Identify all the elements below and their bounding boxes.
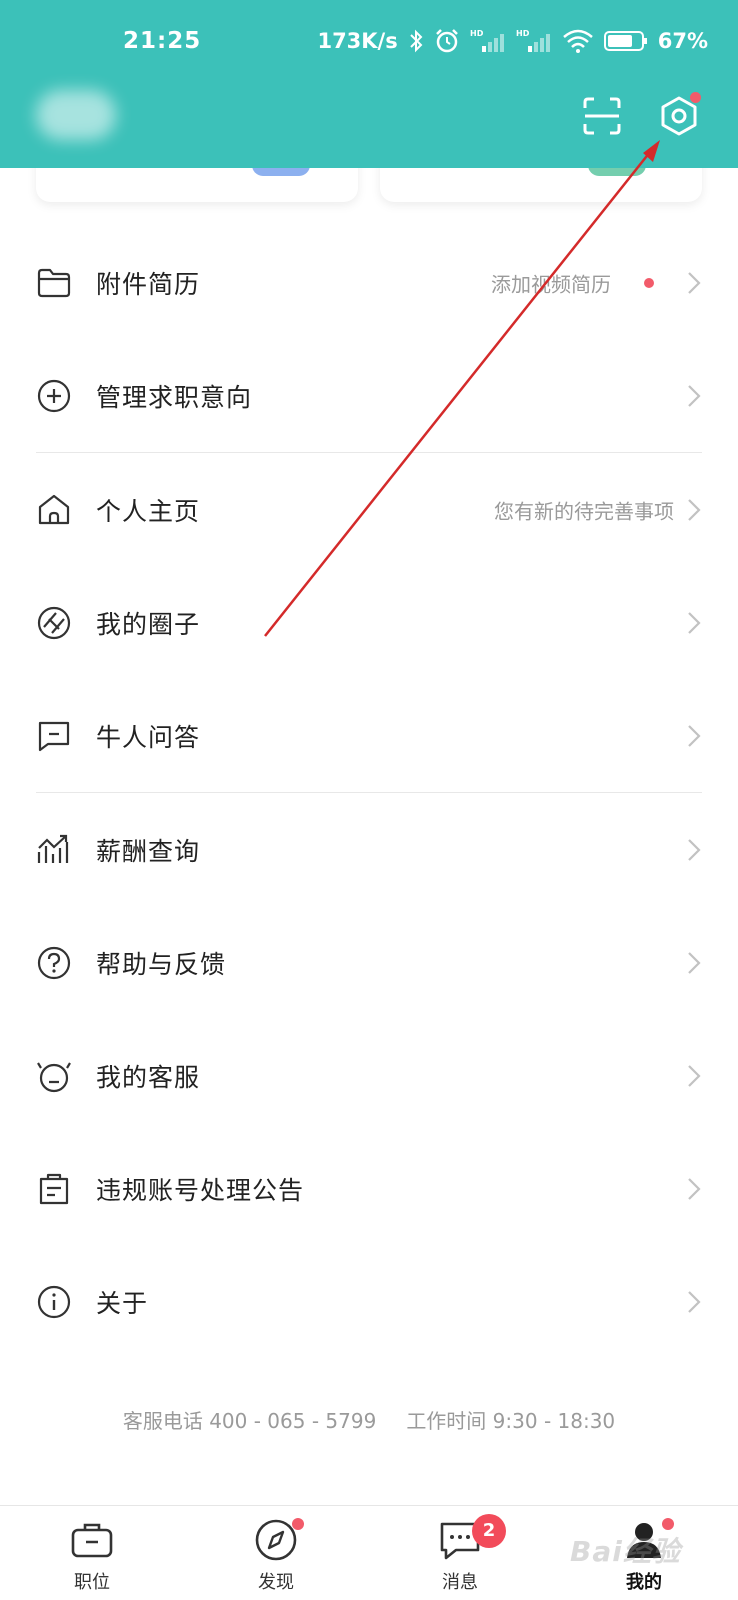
menu-label: 关于: [96, 1288, 149, 1318]
info-icon: [37, 1285, 71, 1318]
chat-icon: [38, 721, 70, 751]
signal-icon-2: HD: [516, 29, 550, 52]
status-bar: 21:25 173K/s HD HD 67%: [0, 22, 738, 62]
tab-notification-dot: [292, 1518, 304, 1530]
menu-label: 个人主页: [96, 496, 201, 526]
plus-circle-icon: [37, 379, 71, 412]
chart-icon: [37, 834, 69, 863]
settings-button[interactable]: [655, 92, 703, 140]
menu-item-homepage[interactable]: 个人主页 您有新的待完善事项: [0, 453, 738, 566]
status-right: 173K/s HD HD 67%: [317, 28, 708, 54]
tab-notification-dot: [662, 1518, 674, 1530]
status-time: 21:25: [123, 28, 202, 54]
chevron-right-icon: [688, 1177, 701, 1200]
menu-item-help-feedback[interactable]: 帮助与反馈: [0, 906, 738, 1019]
new-dot: [644, 277, 654, 288]
menu-item-customer-service[interactable]: 我的客服: [0, 1019, 738, 1132]
folder-icon: [37, 268, 71, 297]
scan-button[interactable]: [578, 92, 626, 140]
menu-item-about[interactable]: 关于: [0, 1245, 738, 1358]
tab-label: 我的: [626, 1572, 662, 1593]
chevron-right-icon: [688, 271, 701, 294]
notice-icon: [39, 1173, 69, 1204]
signal-icon: HD: [470, 29, 504, 52]
menu-item-my-circle[interactable]: 我的圈子: [0, 566, 738, 679]
chevron-right-icon: [688, 611, 701, 634]
tab-jobs[interactable]: 职位: [32, 1506, 152, 1600]
chevron-right-icon: [688, 1064, 701, 1087]
menu-label: 违规账号处理公告: [96, 1175, 305, 1205]
tab-label: 发现: [258, 1572, 294, 1593]
tab-label: 职位: [74, 1572, 110, 1593]
menu-item-salary[interactable]: 薪酬查询: [0, 793, 738, 906]
chevron-right-icon: [688, 724, 701, 747]
svg-text:HD: HD: [516, 29, 530, 38]
tab-discover[interactable]: 发现: [216, 1506, 336, 1600]
settings-notification-dot: [690, 92, 701, 103]
service-hours: 工作时间 9:30 - 18:30: [406, 1409, 616, 1433]
tab-messages[interactable]: 2 消息: [400, 1506, 520, 1600]
menu-item-attachment-resume[interactable]: 附件简历 添加视频简历: [0, 226, 738, 339]
scan-icon: [583, 97, 621, 135]
home-icon: [38, 494, 70, 524]
menu-item-qa[interactable]: 牛人问答: [0, 679, 738, 792]
briefcase-icon: [71, 1523, 113, 1558]
menu-label: 附件简历: [96, 269, 201, 299]
wifi-icon: [562, 29, 593, 53]
service-icon: [37, 1061, 71, 1092]
chevron-right-icon: [688, 1290, 701, 1313]
bluetooth-icon: [410, 29, 423, 53]
chevron-right-icon: [688, 951, 701, 974]
menu-label: 薪酬查询: [96, 836, 201, 866]
service-info: 客服电话 400 - 065 - 5799 工作时间 9:30 - 18:30: [0, 1405, 738, 1434]
battery-icon: [603, 31, 647, 51]
chevron-right-icon: [688, 838, 701, 861]
chevron-right-icon: [688, 498, 701, 521]
menu-item-job-intention[interactable]: 管理求职意向: [0, 339, 738, 452]
menu-label: 牛人问答: [96, 722, 201, 752]
circle-icon: [37, 606, 71, 639]
help-icon: [37, 946, 71, 979]
network-speed: 173K/s: [317, 29, 398, 53]
menu-label: 我的客服: [96, 1062, 201, 1092]
settings-menu: 附件简历 添加视频简历 管理求职意向 个人主页 您有新的待完善事项 我的圈子 牛…: [0, 226, 738, 1358]
alarm-icon: [435, 29, 458, 53]
svg-text:HD: HD: [470, 29, 484, 38]
battery-percent: 67%: [657, 29, 708, 53]
menu-item-violation-notice[interactable]: 违规账号处理公告: [0, 1132, 738, 1245]
menu-label: 我的圈子: [96, 609, 201, 639]
service-phone: 客服电话 400 - 065 - 5799: [122, 1409, 377, 1433]
avatar[interactable]: [36, 90, 116, 140]
menu-label: 管理求职意向: [96, 382, 253, 412]
top-header: 21:25 173K/s HD HD 67%: [0, 0, 738, 168]
chevron-right-icon: [688, 384, 701, 407]
menu-label: 帮助与反馈: [96, 949, 227, 979]
unread-badge: 2: [472, 1514, 506, 1548]
watermark: Bai经验: [570, 1535, 681, 1568]
menu-hint: 添加视频简历: [491, 272, 611, 296]
tab-label: 消息: [442, 1572, 478, 1593]
menu-hint: 您有新的待完善事项: [494, 499, 674, 523]
